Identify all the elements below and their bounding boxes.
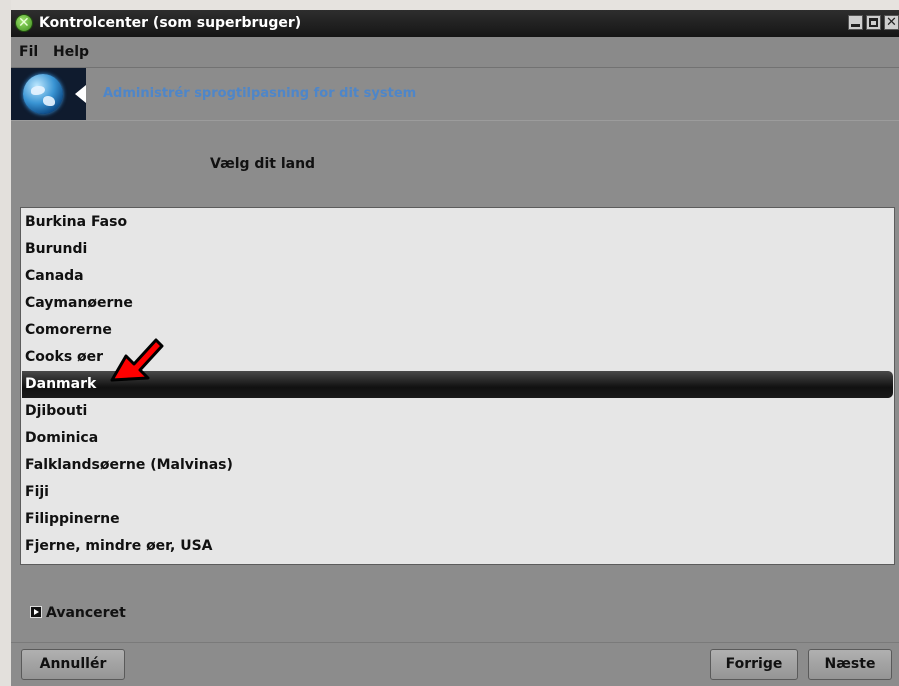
desktop-background-left	[0, 0, 11, 686]
control-center-window: ✕ Kontrolcenter (som superbruger) ✕ Fil …	[11, 10, 899, 686]
maximize-icon[interactable]	[866, 15, 881, 30]
close-icon[interactable]: ✕	[884, 15, 899, 30]
window-controls: ✕	[848, 15, 899, 30]
menu-fil[interactable]: Fil	[19, 37, 38, 67]
globe-icon	[23, 74, 63, 114]
list-item[interactable]: Dominica	[22, 425, 893, 452]
expand-icon	[30, 606, 42, 618]
list-item[interactable]: Djibouti	[22, 398, 893, 425]
previous-button[interactable]: Forrige	[710, 649, 798, 680]
list-item[interactable]: Falklandsøerne (Malvinas)	[22, 452, 893, 479]
title-bar[interactable]: ✕ Kontrolcenter (som superbruger) ✕	[11, 10, 899, 37]
list-item[interactable]: Filippinerne	[22, 506, 893, 533]
banner-text: Administrér sprogtilpasning for dit syst…	[103, 86, 417, 101]
app-icon: ✕	[15, 14, 33, 32]
divider	[11, 642, 899, 643]
menu-bar: Fil Help	[11, 37, 899, 68]
banner: Administrér sprogtilpasning for dit syst…	[11, 68, 899, 121]
desktop-background	[0, 0, 899, 10]
list-item[interactable]: Canada	[22, 263, 893, 290]
list-item[interactable]: Burundi	[22, 236, 893, 263]
cancel-button[interactable]: Annullér	[21, 649, 125, 680]
banner-icon-panel	[11, 68, 86, 120]
window-title: Kontrolcenter (som superbruger)	[39, 15, 302, 31]
page-heading: Vælg dit land	[210, 156, 316, 172]
country-list[interactable]: Burkina Faso Burundi Canada Caymanøerne …	[20, 207, 895, 565]
banner-pointer	[75, 85, 86, 103]
annotation-arrow-icon	[110, 338, 164, 382]
next-button[interactable]: Næste	[808, 649, 892, 680]
minimize-icon[interactable]	[848, 15, 863, 30]
list-item[interactable]: Fiji	[22, 479, 893, 506]
list-item[interactable]: Burkina Faso	[22, 209, 893, 236]
list-item[interactable]: Fjerne, mindre øer, USA	[22, 533, 893, 560]
advanced-label: Avanceret	[46, 605, 126, 621]
menu-help[interactable]: Help	[53, 37, 89, 67]
list-item[interactable]: Caymanøerne	[22, 290, 893, 317]
